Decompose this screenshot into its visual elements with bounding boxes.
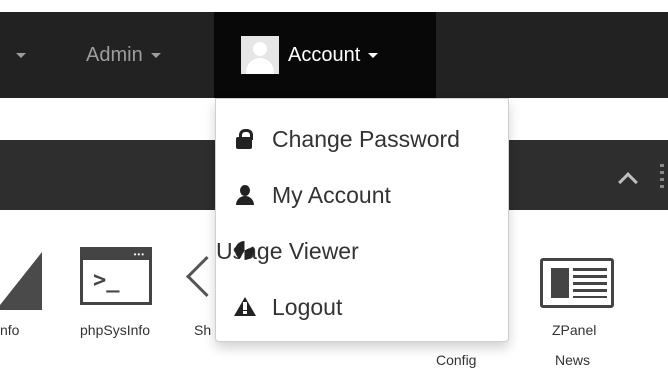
module-label-sh[interactable]: Sh <box>194 322 211 338</box>
collapse-chevron-up-icon[interactable] <box>617 170 641 194</box>
menu-item-usage-viewer[interactable]: Usage Viewer <box>216 231 508 271</box>
menu-item-my-account[interactable]: My Account <box>216 175 508 215</box>
nav-account-label: Account <box>288 43 361 66</box>
warning-icon <box>234 296 256 318</box>
pie-chart-icon <box>234 240 256 262</box>
terminal-icon[interactable]: ••• >_ <box>80 247 152 305</box>
nav-account-menu[interactable]: Account <box>214 12 436 98</box>
account-dropdown-menu: Change Password My Account Usage Viewer … <box>215 98 509 342</box>
caret-down-icon <box>368 52 379 58</box>
module-label-phpsysinfo[interactable]: phpSysInfo <box>80 322 150 338</box>
module-label-config[interactable]: Config <box>436 352 476 368</box>
menu-item-change-password[interactable]: Change Password <box>216 119 508 159</box>
module-label-zpanel[interactable]: ZPanel <box>552 322 596 338</box>
menu-item-label: My Account <box>272 181 391 208</box>
module-label-info[interactable]: nfo <box>0 322 19 338</box>
avatar <box>241 36 279 74</box>
nav-admin-label: Admin <box>86 43 143 66</box>
module-info-icon[interactable] <box>0 252 42 310</box>
nav-admin-menu[interactable]: Admin <box>86 12 161 98</box>
user-icon <box>234 184 256 206</box>
menu-item-label: Logout <box>272 293 343 320</box>
menu-item-logout[interactable]: Logout <box>216 287 508 327</box>
caret-down-icon <box>150 52 161 58</box>
lock-icon <box>234 128 256 150</box>
drag-handle-icon[interactable] <box>660 164 664 192</box>
module-label-news[interactable]: News <box>555 352 590 368</box>
newspaper-icon[interactable] <box>540 258 614 308</box>
caret-down-icon <box>16 52 26 58</box>
nav-previous-menu[interactable] <box>8 12 26 98</box>
menu-item-label: Change Password <box>272 125 460 152</box>
